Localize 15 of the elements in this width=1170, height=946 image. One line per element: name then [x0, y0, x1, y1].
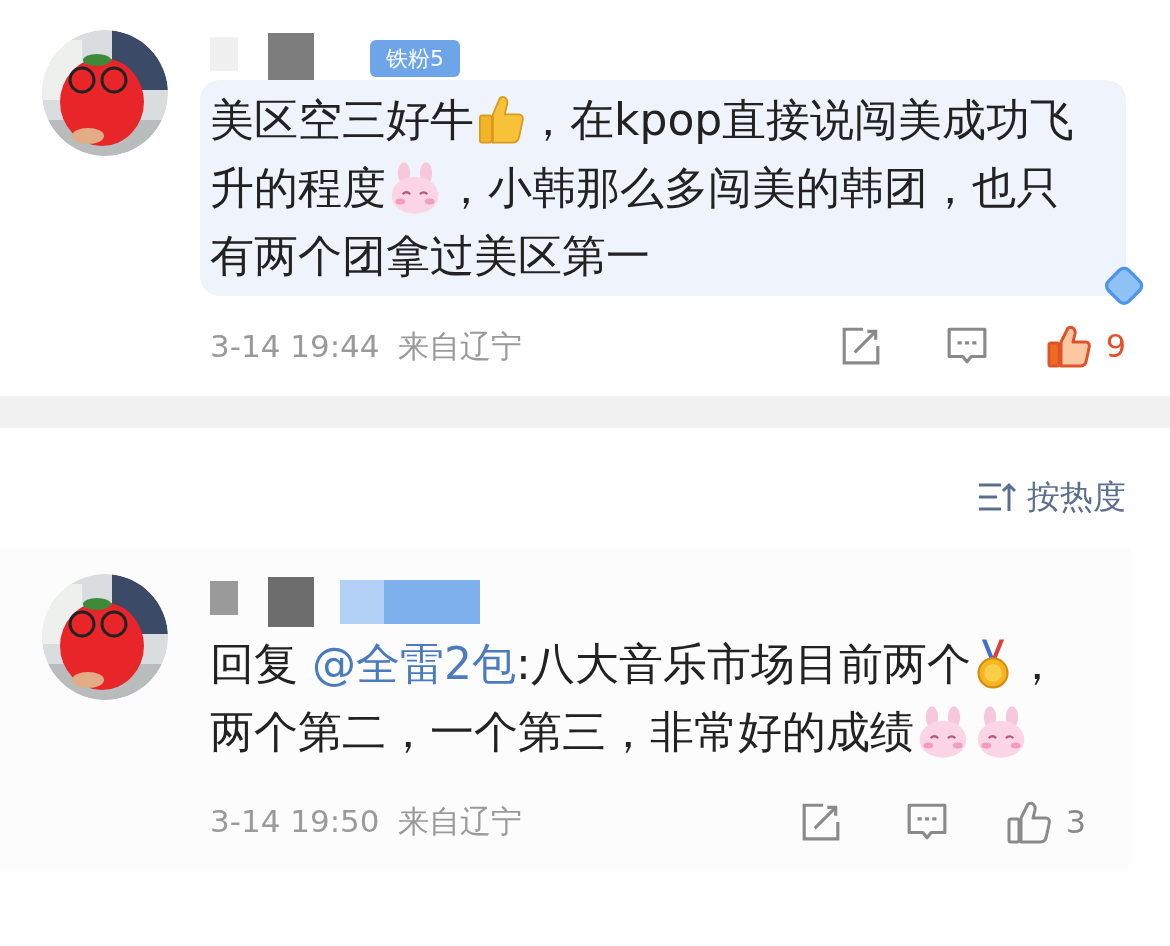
like-button[interactable]: 3 [1005, 797, 1086, 846]
sort-icon [977, 480, 1017, 513]
fan-badge: 铁粉5 [370, 39, 460, 77]
comment-time: 3-14 19:50 [210, 802, 380, 842]
like-button[interactable]: 9 [1045, 322, 1126, 370]
mention-link[interactable]: @全雷2包 [312, 637, 516, 689]
like-icon [1005, 799, 1052, 844]
comment-text: 回复 @全雷2包:八大音乐市场目前两个 ，两个第二，一个第三，非常好的成绩 [210, 635, 1060, 761]
thumbs-up-icon [476, 93, 524, 145]
sort-button[interactable]: 按热度 [977, 472, 1126, 522]
comment-text: 美区空三好牛 ，在kpop直接说闯美成功飞升的程度 ，小韩那么多闯美的韩团，也只有两个团拿过美区第一 [210, 92, 1076, 283]
comment-location: 来自辽宁 [397, 326, 522, 366]
comment-location: 来自辽宁 [397, 802, 522, 842]
like-icon [1045, 324, 1092, 368]
comment-time: 3-14 19:44 [210, 326, 380, 366]
